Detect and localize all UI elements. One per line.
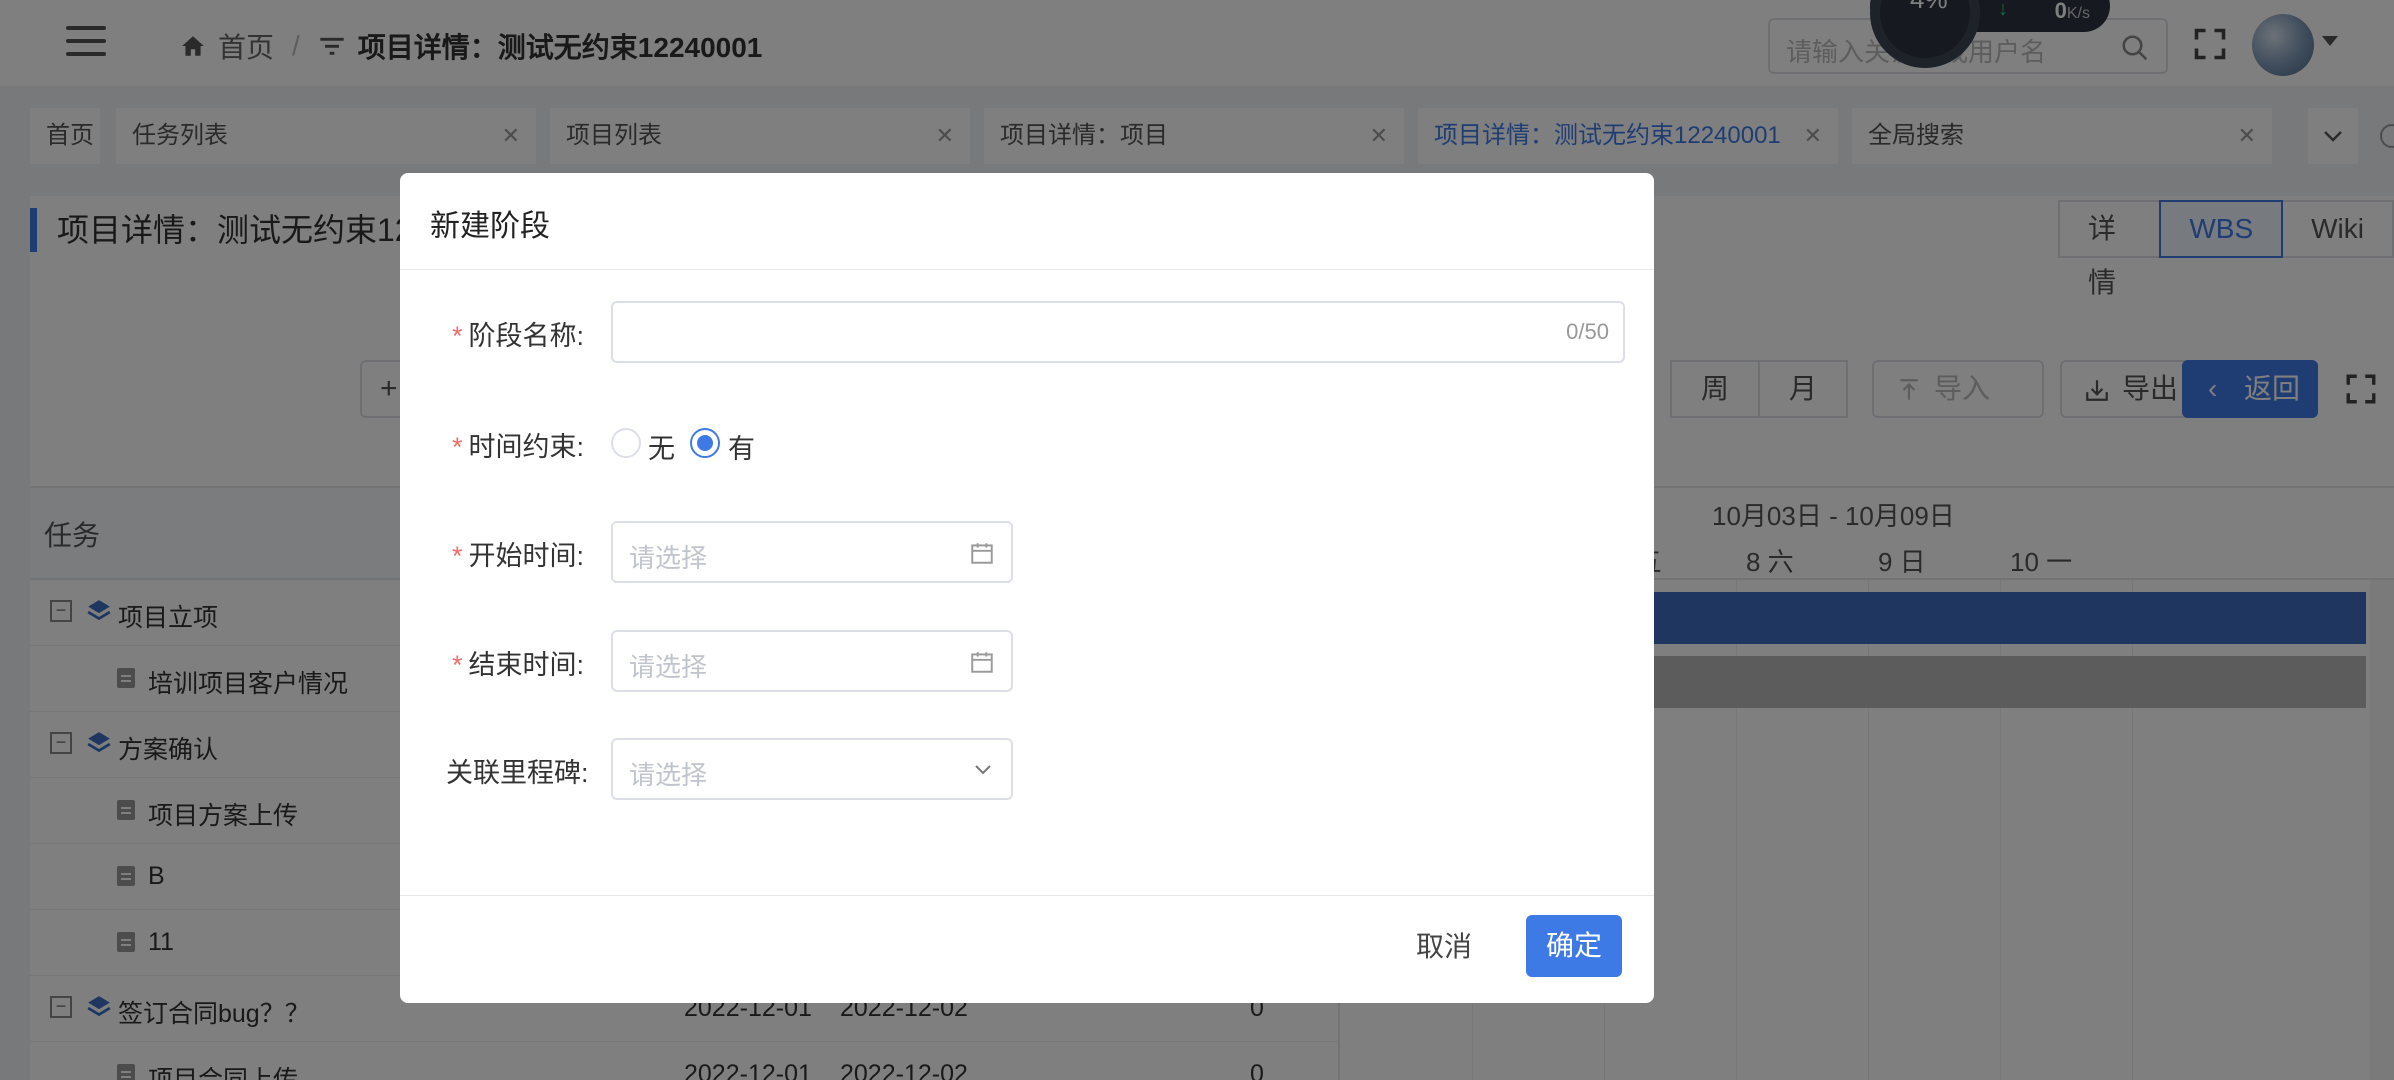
start-time-label-text: 开始时间: [468, 541, 585, 571]
time-constraint-label: * 时间约束: [452, 425, 584, 464]
stage-name-label-text: 阶段名称: [468, 321, 585, 351]
dialog-title: 新建阶段 [430, 210, 550, 243]
milestone-label-text: 关联里程碑: [446, 758, 589, 788]
calendar-icon [971, 543, 993, 564]
select-placeholder: 请选择 [629, 760, 708, 790]
end-date-picker[interactable]: 请选择 [611, 630, 1013, 692]
calendar-icon [971, 652, 993, 673]
picker-placeholder: 请选择 [629, 543, 708, 573]
stage-name-input[interactable]: 0/50 [611, 301, 1625, 363]
dialog-divider [400, 269, 1654, 270]
time-constraint-label-text: 时间约束: [468, 432, 585, 462]
dialog-footer-divider [400, 895, 1654, 896]
radio-yes-label[interactable]: 有 [728, 427, 755, 466]
radio-yes[interactable] [690, 428, 720, 458]
radio-none-label[interactable]: 无 [648, 427, 675, 466]
required-asterisk: * [452, 321, 463, 351]
cancel-button[interactable]: 取消 [1416, 925, 1472, 965]
picker-placeholder: 请选择 [629, 652, 708, 682]
end-time-label: * 结束时间: [452, 643, 584, 682]
milestone-label: 关联里程碑: [446, 751, 589, 790]
start-time-label: * 开始时间: [452, 534, 584, 573]
required-asterisk: * [452, 650, 463, 680]
stage-name-label: * 阶段名称: [452, 314, 584, 353]
required-asterisk: * [452, 541, 463, 571]
start-date-picker[interactable]: 请选择 [611, 521, 1013, 583]
new-stage-dialog: 新建阶段 * 阶段名称: 0/50 * 时间约束: 无 有 * 开始时间: 请选择 *… [400, 173, 1654, 1003]
end-time-label-text: 结束时间: [468, 650, 585, 680]
required-asterisk: * [452, 432, 463, 462]
char-counter: 0/50 [1566, 319, 1609, 344]
radio-none[interactable] [611, 428, 641, 458]
chevron-down-icon [975, 765, 991, 775]
milestone-select[interactable]: 请选择 [611, 738, 1013, 800]
confirm-button[interactable]: 确定 [1526, 915, 1622, 977]
